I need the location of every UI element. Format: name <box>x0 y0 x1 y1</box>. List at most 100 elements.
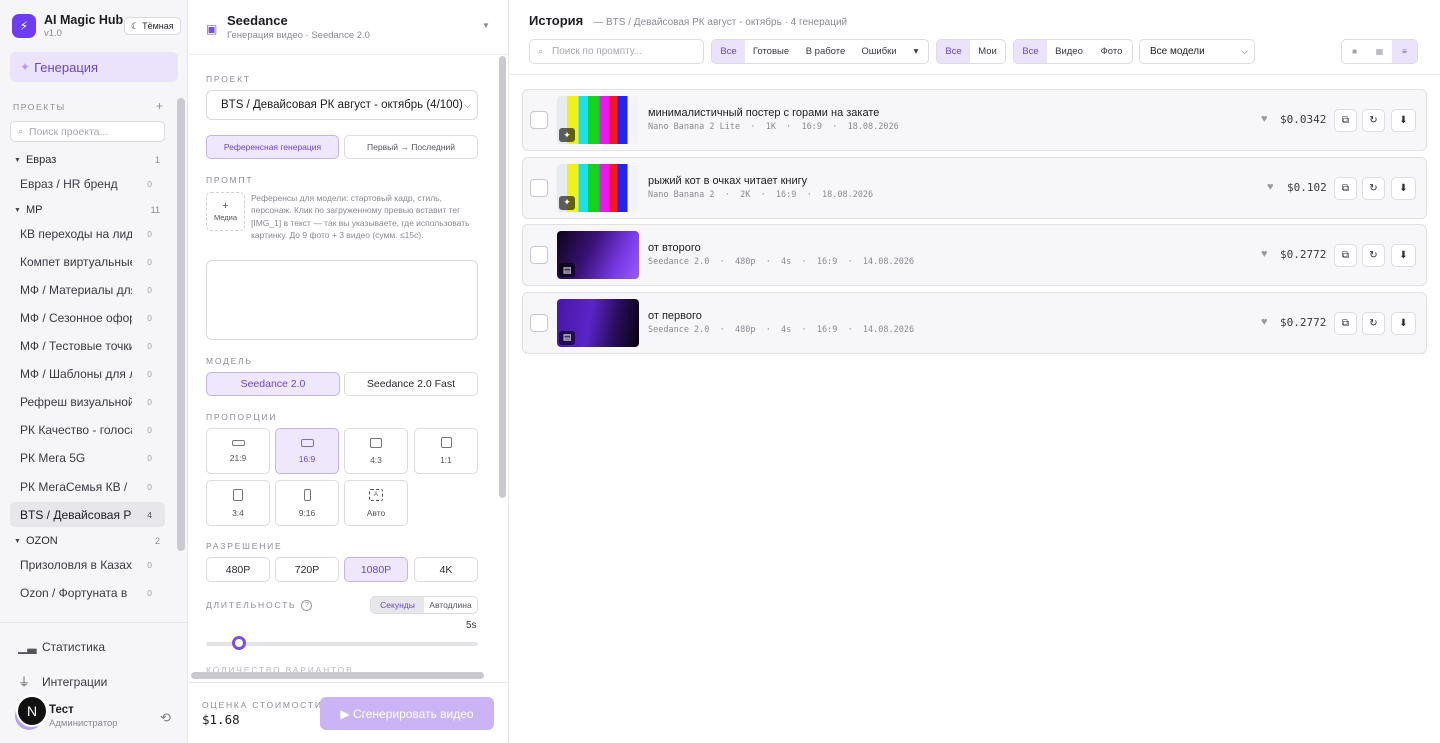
project-select[interactable]: BTS / Девайсовая РК август - октябрь (4/… <box>206 90 478 120</box>
grid-small-icon[interactable]: ▦ <box>1367 40 1392 63</box>
status-tab-in-progress[interactable]: В работе <box>797 40 854 63</box>
theme-toggle-button[interactable]: ☾ Тёмная <box>124 17 181 35</box>
project-item[interactable]: Рефреш визуальной к 0 <box>10 390 165 415</box>
ratio-option-21-9[interactable]: 21:9 <box>206 428 270 474</box>
status-tab-errors[interactable]: Ошибки <box>854 40 904 63</box>
copy-button[interactable]: ⧉ <box>1334 109 1357 132</box>
history-card[interactable]: ▤ от первого Seedance 2.0 · 480p · 4s · … <box>522 291 1427 354</box>
heart-icon[interactable]: ♥ <box>1267 181 1274 193</box>
ratio-option-4-3[interactable]: 4:3 <box>344 428 408 474</box>
type-tab-video[interactable]: Видео <box>1047 40 1091 63</box>
duration-slider[interactable] <box>206 636 478 650</box>
project-item[interactable]: Компет виртуальные 0 <box>10 249 165 274</box>
heart-icon[interactable]: ♥ <box>1261 113 1268 125</box>
mode-reference-tab[interactable]: Референсная генерация <box>206 135 339 159</box>
project-group[interactable]: ▼ МР 11 <box>14 202 160 218</box>
config-scrollbar[interactable] <box>499 56 506 498</box>
user-badge[interactable]: N <box>16 695 48 727</box>
select-checkbox[interactable] <box>530 111 548 129</box>
project-item[interactable]: Евраз / HR бренд 0 <box>10 171 165 196</box>
sidebar-scrollbar[interactable] <box>177 98 185 551</box>
select-checkbox[interactable] <box>530 246 548 264</box>
resolution-option-4k[interactable]: 4K <box>414 557 478 582</box>
history-card[interactable]: ✦ рыжий кот в очках читает книгу Nano Ba… <box>522 156 1427 219</box>
chevron-down-icon[interactable]: ▼ <box>482 21 490 30</box>
ratio-option-3-4[interactable]: 3:4 <box>206 480 270 526</box>
history-card[interactable]: ✦ минималистичный постер с горами на зак… <box>522 89 1427 151</box>
config-horizontal-scrollbar[interactable] <box>191 672 484 679</box>
copy-button[interactable]: ⧉ <box>1334 244 1357 267</box>
project-item[interactable]: РК МегаСемья КВ / … 0 <box>10 474 165 499</box>
project-item[interactable]: МФ / Материалы для 0 <box>10 277 165 302</box>
history-search-input[interactable]: ⌕ Поиск по промпту... <box>529 39 704 64</box>
ratio-option-1-1[interactable]: 1:1 <box>414 428 478 474</box>
add-media-button[interactable]: + Медиа <box>206 192 245 231</box>
project-group[interactable]: ▼ OZON 2 <box>14 533 160 549</box>
project-item[interactable]: BTS / Девайсовая РК 4 <box>10 502 165 528</box>
resolution-option-720p[interactable]: 720P <box>275 557 339 582</box>
type-tab-all[interactable]: Все <box>1014 40 1047 63</box>
regenerate-button[interactable]: ↻ <box>1362 176 1385 200</box>
generation-thumbnail[interactable]: ✦ <box>557 96 639 144</box>
project-item[interactable]: МФ / Шаблоны для ле 0 <box>10 362 165 387</box>
project-item[interactable]: МФ / Сезонное оформ 0 <box>10 305 165 330</box>
list-view-icon[interactable]: ≡ <box>1392 40 1417 63</box>
project-item[interactable]: Призоловля в Казахст 0 <box>10 552 165 577</box>
sidebar-item-generation[interactable]: ✦ Генерация <box>10 52 178 82</box>
copy-button[interactable]: ⧉ <box>1334 176 1357 200</box>
project-item[interactable]: МФ / Тестовые точки 0 <box>10 334 165 359</box>
logout-icon[interactable]: ⟲ <box>160 710 171 726</box>
duration-tab-auto[interactable]: Автодлина <box>424 597 477 613</box>
help-icon[interactable]: ? <box>301 600 313 612</box>
prompt-textarea[interactable] <box>206 260 478 340</box>
regenerate-button[interactable]: ↻ <box>1362 311 1385 335</box>
ratio-option-9-16[interactable]: 9:16 <box>275 480 339 526</box>
status-tab-ready[interactable]: Готовые <box>745 40 797 63</box>
ratio-option-16-9[interactable]: 16:9 <box>275 428 339 474</box>
generation-thumbnail[interactable]: ▤ <box>557 231 639 279</box>
project-item[interactable]: РК Качество - голоса 0 <box>10 418 165 443</box>
duration-tab-seconds[interactable]: Секунды <box>371 597 424 613</box>
project-item[interactable]: Ozon / Фортуната в … 0 <box>10 580 165 605</box>
download-button[interactable]: ⬇ <box>1391 311 1416 335</box>
generation-thumbnail[interactable]: ✦ <box>557 163 639 212</box>
model-option-seedance-2-fast[interactable]: Seedance 2.0 Fast <box>344 372 478 396</box>
download-button[interactable]: ⬇ <box>1391 109 1416 132</box>
heart-icon[interactable]: ♥ <box>1261 316 1268 328</box>
mode-first-last-tab[interactable]: Первый → Последний <box>344 135 478 159</box>
brand[interactable]: ⚡ AI Magic Hub v1.0 <box>12 13 123 39</box>
history-card[interactable]: ▤ от второго Seedance 2.0 · 480p · 4s · … <box>522 224 1427 286</box>
project-group[interactable]: ▼ Евраз 1 <box>14 152 160 168</box>
filter-dropdown-icon[interactable]: ▾ <box>904 40 928 63</box>
grid-large-icon[interactable]: ■ <box>1342 40 1367 63</box>
type-tab-photo[interactable]: Фото <box>1091 40 1132 63</box>
select-checkbox[interactable] <box>530 178 548 197</box>
generation-thumbnail[interactable]: ▤ <box>557 298 639 347</box>
owner-tab-all[interactable]: Все <box>937 40 970 63</box>
ratio-option-auto[interactable]: A Авто <box>344 480 408 526</box>
regenerate-button[interactable]: ↻ <box>1362 109 1385 132</box>
add-project-button[interactable]: + <box>156 100 163 112</box>
owner-tab-mine[interactable]: Мои <box>970 40 1005 63</box>
regenerate-button[interactable]: ↻ <box>1362 244 1385 267</box>
generate-video-button[interactable]: ▶ Сгенерировать видео <box>320 697 494 730</box>
model-filter-select[interactable]: Все модели ⌵ <box>1139 39 1255 64</box>
download-button[interactable]: ⬇ <box>1391 176 1416 200</box>
project-search-input[interactable]: ⌕ Поиск проекта... <box>10 121 165 142</box>
copy-button[interactable]: ⧉ <box>1334 311 1357 335</box>
select-checkbox[interactable] <box>530 313 548 332</box>
resolution-option-480p[interactable]: 480P <box>206 557 270 582</box>
heart-icon[interactable]: ♥ <box>1261 248 1268 260</box>
model-option-seedance-2[interactable]: Seedance 2.0 <box>206 372 340 396</box>
status-tab-all[interactable]: Все <box>712 40 745 63</box>
slider-handle[interactable] <box>232 636 246 650</box>
resolution-option-1080p[interactable]: 1080P <box>344 557 408 582</box>
project-item[interactable]: КВ переходы на лидов 0 <box>10 221 165 246</box>
project-item[interactable]: РК Мега 5G 0 <box>10 446 165 471</box>
download-button[interactable]: ⬇ <box>1391 244 1416 267</box>
sidebar-item-integrations[interactable]: ⏚ Интеграции <box>18 673 107 690</box>
app-name: AI Magic Hub <box>44 13 124 27</box>
project-item-label: РК Качество - голоса <box>20 423 132 438</box>
model-header[interactable]: ▣ Seedance Генерация видео · Seedance 2.… <box>189 0 508 55</box>
sidebar-item-statistics[interactable]: ▁▃ Статистика <box>18 640 105 654</box>
